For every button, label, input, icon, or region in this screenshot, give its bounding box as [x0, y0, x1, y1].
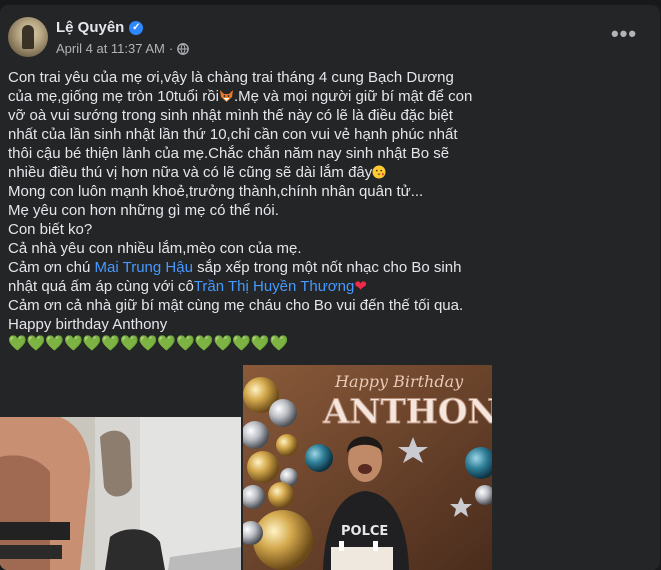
banner-top-text: Happy Birthday	[334, 372, 464, 391]
author-avatar[interactable]	[8, 17, 48, 57]
avatar-figure	[22, 25, 34, 49]
more-options-button[interactable]: •••	[606, 21, 642, 57]
globe-icon[interactable]	[177, 42, 190, 55]
post-paragraph-6: Cảm ơn chú Mai Trung Hậu sắp xếp trong m…	[8, 258, 478, 296]
tag-link-mai-trung-hau[interactable]: Mai Trung Hậu	[95, 259, 193, 276]
banner-name-text: ANTHONY	[322, 392, 492, 432]
meta-separator: ·	[168, 41, 174, 56]
post-paragraph-2: Mong con luôn mạnh khoẻ,trưởng thành,chí…	[8, 183, 424, 200]
verified-badge-icon: ✓	[129, 20, 144, 35]
post-timestamp[interactable]: April 4 at 11:37 AM	[56, 41, 165, 56]
red-heart-emoji: ❤	[354, 278, 367, 295]
post-photo-left[interactable]	[0, 417, 241, 570]
post-card: Lệ Quyên ✓ April 4 at 11:37 AM · ••• Con…	[0, 5, 660, 570]
kissing-face-emoji-icon	[372, 165, 386, 179]
author-name-row: Lệ Quyên ✓	[56, 19, 144, 36]
post-paragraph-8: Happy birthday Anthony	[8, 316, 168, 333]
post-body: Con trai yêu của mẹ ơi,vậy là chàng trai…	[8, 68, 478, 353]
fox-emoji-icon	[219, 90, 233, 102]
post-meta: April 4 at 11:37 AM ·	[56, 41, 190, 56]
post-paragraph-4: Con biết ko?	[8, 221, 93, 238]
author-name[interactable]: Lệ Quyên	[56, 19, 124, 36]
post-photo-right[interactable]: Happy Birthday ANTHONY POLC	[243, 365, 492, 570]
photo-right-scene: Happy Birthday ANTHONY POLC	[243, 365, 492, 570]
green-hearts-emoji-row: 💚💚💚💚💚💚💚💚💚💚💚💚💚💚💚	[8, 335, 289, 352]
post-header: Lệ Quyên ✓ April 4 at 11:37 AM · •••	[8, 17, 648, 61]
photo-left-scene	[0, 417, 241, 570]
post-paragraph-1: Con trai yêu của mẹ ơi,vậy là chàng trai…	[8, 68, 478, 182]
post-paragraph-7: Cảm ơn cả nhà giữ bí mật cùng mẹ cháu ch…	[8, 297, 464, 314]
shirt-text: POLCE	[341, 524, 388, 539]
post-paragraph-5: Cả nhà yêu con nhiều lắm,mèo con của mẹ.	[8, 240, 302, 257]
text-line: Cảm ơn chú	[8, 259, 95, 276]
post-paragraph-3: Mẹ yêu con hơn những gì mẹ có thể nói.	[8, 202, 279, 219]
tag-link-tran-thi-huyen-thuong[interactable]: Trần Thị Huyền Thương	[194, 278, 355, 295]
